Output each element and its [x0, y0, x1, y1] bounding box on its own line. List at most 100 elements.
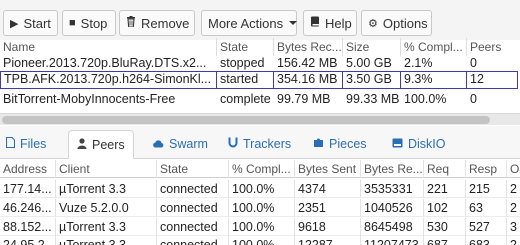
peer-percent-complete: 100.0% — [229, 218, 295, 236]
peer-bytes-received: 8645498 — [361, 218, 424, 236]
tab-peers-label: Peers — [92, 138, 125, 152]
torrent-bytes-received: 99.79 MB — [277, 92, 331, 106]
peer-client: µTorrent 3.3 — [56, 218, 157, 236]
scrollbar-thumb[interactable] — [2, 116, 490, 124]
column-header-responses[interactable]: Resp — [466, 160, 507, 178]
column-header-bytes-received[interactable]: Bytes Re... — [361, 160, 424, 178]
peer-address: 24.95.2... — [0, 236, 56, 245]
torrent-name: Pioneer.2013.720p.BluRay.DTS.x2... — [3, 56, 207, 70]
toolbar: ▶ Start ■ Stop Remove More Actions Help … — [0, 0, 520, 40]
play-icon: ▶ — [10, 17, 19, 30]
puzzle-icon — [313, 131, 324, 160]
peer-requests: 102 — [424, 199, 466, 217]
start-button[interactable]: ▶ Start — [3, 10, 58, 36]
peer-o: 3 — [510, 220, 517, 234]
options-label: Options — [382, 15, 428, 31]
peer-responses: 683 — [466, 236, 507, 245]
tab-trackers[interactable]: Trackers — [228, 130, 291, 159]
tab-pieces[interactable]: Pieces — [313, 130, 367, 159]
peer-bytes-sent: 9618 — [295, 218, 361, 236]
peer-percent-complete: 100.0% — [229, 180, 295, 198]
torrent-name: BitTorrent-MobyInnocents-Free — [3, 92, 176, 106]
torrent-peers: 0 — [470, 92, 477, 106]
file-icon — [5, 131, 16, 160]
torrent-size: 3.50 GB — [343, 71, 401, 89]
tab-peers[interactable]: Peers — [68, 130, 134, 159]
peer-state: connected — [157, 180, 229, 198]
peer-state: connected — [157, 218, 229, 236]
tab-files-label: Files — [20, 137, 47, 151]
peer-percent-complete: 100.0% — [229, 236, 295, 245]
torrent-peers: 12 — [467, 71, 518, 89]
torrent-percent-complete: 100.0% — [404, 92, 447, 106]
torrent-name: TPB.AFK.2013.720p.h264-SimonKl... — [0, 71, 217, 89]
gear-icon: ⚙ — [368, 17, 378, 30]
peer-responses: 63 — [466, 199, 507, 217]
torrent-row-selected[interactable]: TPB.AFK.2013.720p.h264-SimonKl... starte… — [0, 71, 520, 89]
peer-bytes-sent: 2351 — [295, 199, 361, 217]
column-header-client[interactable]: Client — [56, 160, 157, 178]
peer-state: connected — [157, 199, 229, 217]
peer-o: 2 — [510, 182, 517, 196]
cloud-icon — [152, 131, 164, 160]
torrent-row[interactable]: Pioneer.2013.720p.BluRay.DTS.x2... stopp… — [0, 54, 520, 72]
options-button[interactable]: ⚙ Options — [361, 10, 432, 36]
peer-row[interactable]: 24.95.2... µTorrent 3.3 connected 100.0%… — [0, 236, 520, 245]
more-actions-button[interactable]: More Actions — [201, 10, 298, 36]
peer-bytes-received: 3535331 — [361, 180, 424, 198]
horizontal-scrollbar[interactable] — [0, 113, 520, 125]
peer-percent-complete: 100.0% — [229, 199, 295, 217]
remove-label: Remove — [141, 15, 190, 31]
tab-swarm-label: Swarm — [169, 137, 208, 151]
peer-address: 46.246... — [0, 199, 56, 217]
tab-trackers-label: Trackers — [243, 137, 292, 151]
help-button[interactable]: Help — [303, 10, 357, 36]
peer-requests: 687 — [424, 236, 466, 245]
torrent-percent-complete: 2.1% — [404, 56, 433, 70]
peer-state: connected — [157, 236, 229, 245]
column-header-state[interactable]: State — [157, 160, 229, 178]
book-icon — [310, 16, 320, 30]
column-header-requests[interactable]: Req — [424, 160, 466, 178]
tab-diskio[interactable]: DiskIO — [392, 130, 446, 159]
stop-button[interactable]: ■ Stop — [62, 10, 116, 36]
peer-bytes-sent: 12287 — [295, 236, 361, 245]
torrent-bytes-received: 156.42 MB — [277, 56, 338, 70]
column-header-o[interactable]: O — [507, 160, 520, 178]
column-header-address[interactable]: Address — [0, 160, 56, 178]
peer-row[interactable]: 46.246... Vuze 5.2.0.0 connected 100.0% … — [0, 199, 520, 217]
tab-diskio-label: DiskIO — [408, 137, 446, 151]
peer-client: µTorrent 3.3 — [56, 236, 157, 245]
column-header-percent-complete[interactable]: % Compl... — [229, 160, 295, 178]
torrent-percent-complete: 9.3% — [401, 71, 467, 89]
torrent-state: stopped — [220, 56, 265, 70]
tab-swarm[interactable]: Swarm — [152, 130, 208, 159]
peer-row[interactable]: 88.152... µTorrent 3.3 connected 100.0% … — [0, 218, 520, 236]
peer-address: 88.152... — [0, 218, 56, 236]
torrent-size: 99.33 MB — [346, 92, 400, 106]
peer-responses: 527 — [466, 218, 507, 236]
magnet-icon — [228, 131, 238, 160]
peer-bytes-received: 11207473 — [361, 236, 424, 245]
person-icon — [77, 132, 87, 161]
chevron-down-icon — [289, 21, 298, 25]
peer-address: 177.14... — [0, 180, 56, 198]
peer-client: µTorrent 3.3 — [56, 180, 157, 198]
peer-responses: 215 — [466, 180, 507, 198]
torrent-row[interactable]: BitTorrent-MobyInnocents-Free complete 9… — [0, 90, 520, 108]
torrent-bytes-received: 354.16 MB — [274, 71, 343, 89]
peer-o: 2 — [510, 238, 517, 245]
trash-icon — [126, 16, 136, 30]
peer-row[interactable]: 177.14... µTorrent 3.3 connected 100.0% … — [0, 180, 520, 198]
column-header-bytes-sent[interactable]: Bytes Sent — [295, 160, 361, 178]
torrent-peers: 0 — [470, 56, 477, 70]
peer-bytes-received: 1040526 — [361, 199, 424, 217]
remove-button[interactable]: Remove — [119, 10, 195, 36]
stop-icon: ■ — [69, 17, 76, 29]
tab-files[interactable]: Files — [5, 130, 47, 160]
peer-requests: 530 — [424, 218, 466, 236]
torrent-state: complete — [220, 92, 271, 106]
disk-icon — [392, 131, 403, 160]
peer-client: Vuze 5.2.0.0 — [56, 199, 157, 217]
detail-tabs: Files Peers Swarm Trackers Pieces DiskIO — [0, 126, 520, 159]
